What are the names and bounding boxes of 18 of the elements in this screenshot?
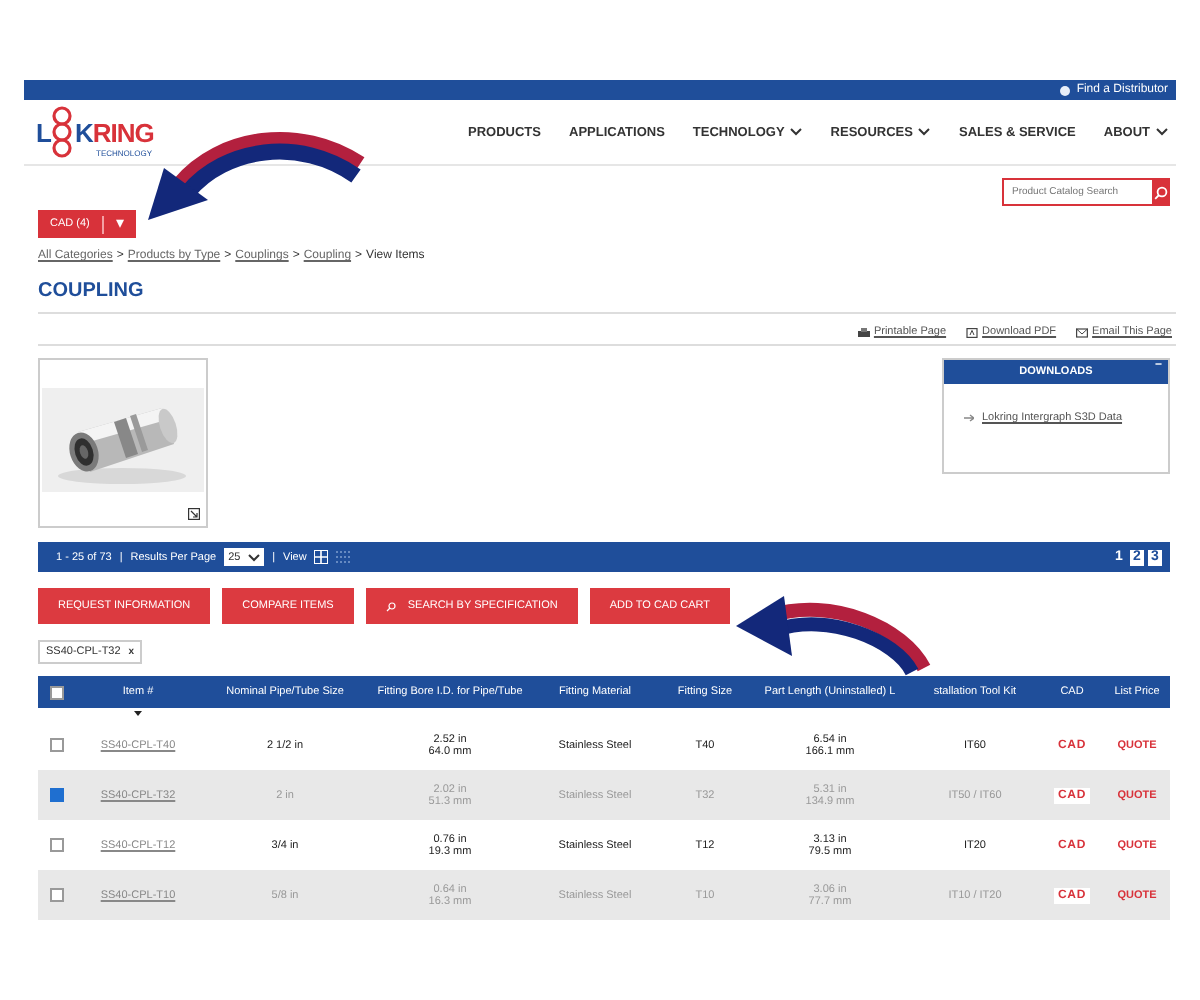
enlarge-icon[interactable] [188,508,200,520]
link-icon [964,414,974,422]
row-checkbox[interactable] [50,888,64,902]
printer-icon [857,327,870,337]
list-view-icon[interactable] [336,550,351,564]
chevron-icon [248,553,261,561]
row-checkbox[interactable] [50,788,64,802]
search-icon [1153,185,1167,199]
grid-view-icon[interactable] [314,550,329,564]
row-checkbox[interactable] [50,838,64,852]
caret-icon: ▾ [115,216,124,232]
document-icon [966,327,979,337]
product-image-frame[interactable] [38,358,208,528]
search-button[interactable] [1152,180,1168,204]
row-checkbox[interactable] [50,738,64,752]
select-all-checkbox[interactable] [50,685,64,699]
page-title: COUPLING [38,280,1176,314]
envelope-icon [1076,327,1089,337]
